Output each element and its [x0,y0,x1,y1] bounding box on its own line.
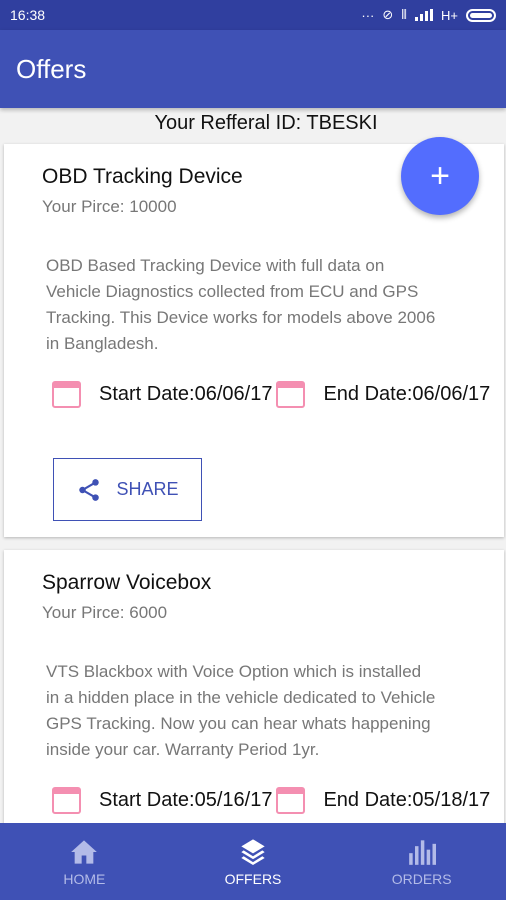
share-icon [79,478,100,501]
status-icons: ··· ⊘ ⦀ H+ [361,7,496,23]
signal-icon [415,9,434,21]
offers-list[interactable]: Your Refferal ID: TBESKI OBD Tracking De… [0,108,506,823]
nav-home-label: HOME [63,870,106,887]
layers-icon [239,837,267,865]
referral-id: Your Refferal ID: TBESKI [154,112,378,134]
offer-price: Your Pirce: 6000 [42,603,168,622]
network-type: H+ [441,7,458,23]
plus-icon: + [430,156,450,195]
share-button[interactable]: SHARE [53,458,202,521]
add-fab-button[interactable]: + [401,137,479,215]
end-date: End Date:05/18/17 [323,789,491,811]
home-icon [70,837,98,865]
nav-home[interactable]: HOME [0,823,169,900]
page-title: Offers [16,53,87,84]
vibrate-icon: ⦀ [401,7,408,22]
offer-card[interactable]: Sparrow Voicebox Your Pirce: 6000 VTS Bl… [4,550,504,823]
offer-description: OBD Based Tracking Device with full data… [46,256,436,353]
battery-icon [466,8,496,22]
status-bar: 16:38 ··· ⊘ ⦀ H+ [0,0,506,30]
nav-offers[interactable]: OFFERS [169,823,338,900]
start-date: Start Date:05/16/17 [99,789,273,811]
app-bar: Offers [0,30,506,108]
bar-chart-icon [408,837,436,865]
offer-title: OBD Tracking Device [42,165,243,188]
end-date: End Date:06/06/17 [323,383,491,405]
more-dots-icon: ··· [361,7,375,23]
calendar-icon [52,787,81,814]
offer-title: Sparrow Voicebox [42,571,212,594]
nav-offers-label: OFFERS [224,870,282,887]
offer-price: Your Pirce: 10000 [42,197,177,216]
offer-dates: Start Date:05/16/17 End Date:05/18/17 [52,787,490,814]
alarm-off-icon: ⊘ [382,7,394,22]
bottom-nav: HOME OFFERS ORDERS [0,823,506,900]
calendar-icon [52,381,81,408]
status-time: 16:38 [10,7,46,23]
share-label: SHARE [116,479,179,499]
start-date: Start Date:06/06/17 [99,383,273,405]
calendar-icon [276,381,306,408]
calendar-icon [276,787,306,814]
offer-description: VTS Blackbox with Voice Option which is … [46,662,436,759]
offer-dates: Start Date:06/06/17 End Date:06/06/17 [52,381,490,408]
nav-orders[interactable]: ORDERS [337,823,506,900]
nav-orders-label: ORDERS [391,870,452,887]
